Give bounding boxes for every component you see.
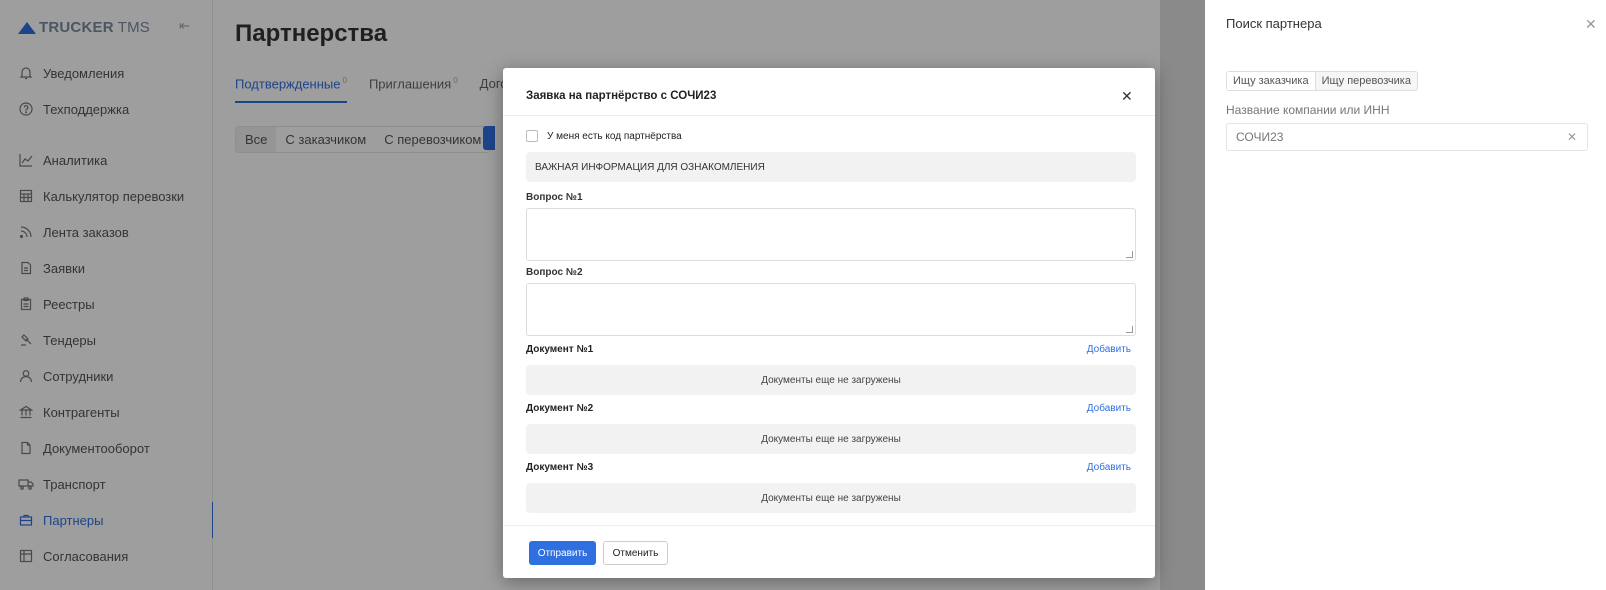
close-icon[interactable]: ✕ xyxy=(1585,16,1597,33)
send-button[interactable]: Отправить xyxy=(529,541,596,565)
document-3-add-link[interactable]: Добавить xyxy=(1087,462,1131,473)
checkbox-label: У меня есть код партнёрства xyxy=(547,130,682,142)
search-field-label: Название компании или ИНН xyxy=(1226,103,1390,117)
toggle-find-carrier[interactable]: Ищу перевозчика xyxy=(1316,72,1417,90)
question-1-textarea[interactable] xyxy=(526,208,1136,261)
document-2-dropzone[interactable]: Документы еще не загружены xyxy=(526,424,1136,454)
search-input-value: СОЧИ23 xyxy=(1236,130,1284,144)
important-info-block: ВАЖНАЯ ИНФОРМАЦИЯ ДЛЯ ОЗНАКОМЛЕНИЯ xyxy=(526,152,1136,182)
search-mode-toggle: Ищу заказчика Ищу перевозчика xyxy=(1226,71,1418,91)
partnership-code-checkbox[interactable]: У меня есть код партнёрства xyxy=(526,130,682,142)
question-1-label: Вопрос №1 xyxy=(526,192,583,203)
checkbox-box[interactable] xyxy=(526,130,538,142)
question-2-textarea[interactable] xyxy=(526,283,1136,336)
resize-handle-icon[interactable] xyxy=(1126,326,1133,333)
document-1-add-link[interactable]: Добавить xyxy=(1087,344,1131,355)
document-3-dropzone[interactable]: Документы еще не загружены xyxy=(526,483,1136,513)
clear-icon[interactable]: ✕ xyxy=(1567,130,1577,144)
resize-handle-icon[interactable] xyxy=(1126,251,1133,258)
document-2-add-link[interactable]: Добавить xyxy=(1087,403,1131,414)
company-search-input[interactable]: СОЧИ23 ✕ xyxy=(1226,123,1588,151)
overlay-edge xyxy=(1160,0,1205,590)
partnership-request-modal: Заявка на партнёрство с СОЧИ23 ✕ У меня … xyxy=(503,68,1155,578)
close-icon[interactable]: ✕ xyxy=(1121,88,1133,105)
document-1-dropzone[interactable]: Документы еще не загружены xyxy=(526,365,1136,395)
question-2-label: Вопрос №2 xyxy=(526,267,583,278)
modal-title: Заявка на партнёрство с СОЧИ23 xyxy=(526,90,717,102)
toggle-find-customer[interactable]: Ищу заказчика xyxy=(1227,72,1316,90)
panel-title: Поиск партнера xyxy=(1226,16,1322,31)
document-3-label: Документ №3 xyxy=(526,462,594,473)
document-2-label: Документ №2 xyxy=(526,403,594,414)
document-1-label: Документ №1 xyxy=(526,344,594,355)
divider xyxy=(503,525,1155,526)
partner-search-panel: Поиск партнера ✕ Ищу заказчика Ищу перев… xyxy=(1205,0,1606,590)
divider xyxy=(503,115,1155,116)
cancel-button[interactable]: Отменить xyxy=(603,541,668,565)
